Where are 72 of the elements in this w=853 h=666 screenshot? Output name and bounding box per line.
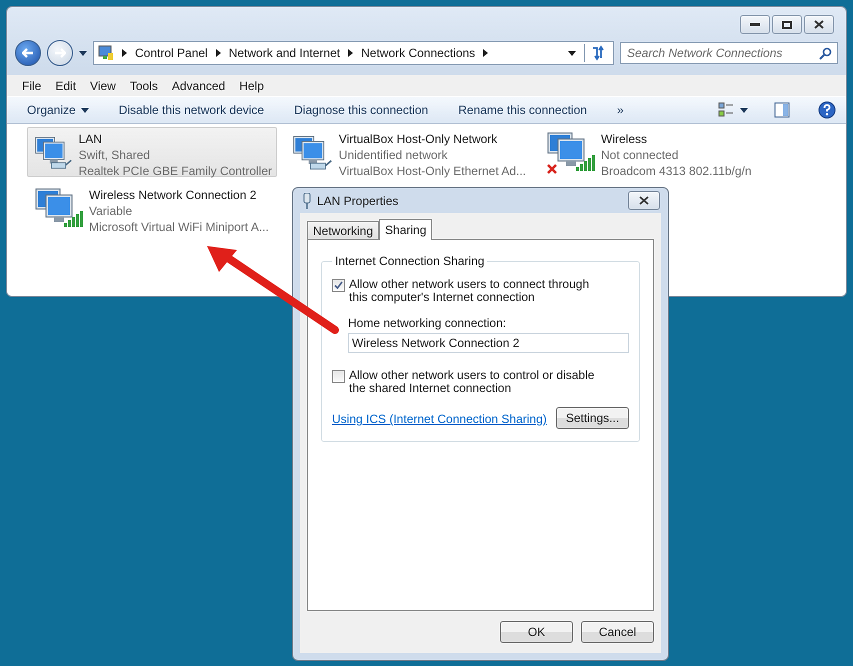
breadcrumb-arrow-icon	[483, 49, 488, 57]
connection-name: Wireless Network Connection 2	[89, 187, 258, 203]
checkbox[interactable]	[332, 370, 345, 383]
connection-device: Broadcom 4313 802.11b/g/n	[601, 163, 752, 179]
connection-device: Realtek PCIe GBE Family Controller	[78, 163, 272, 179]
address-dropdown-icon[interactable]	[568, 50, 576, 56]
tab[interactable]: Networking	[307, 221, 380, 239]
connection-status: Variable	[89, 203, 134, 219]
connection-status: Unidentified network	[338, 147, 449, 163]
control-panel-icon	[98, 45, 114, 61]
checkbox-label: Allow other network users to control or disable the shared Internet connection	[349, 369, 596, 395]
connection-status: Not connected	[601, 147, 680, 163]
connection-status: Swift, Shared	[78, 147, 151, 163]
toolbar-button[interactable]: Diagnose this connection	[279, 103, 444, 117]
more-commands-button[interactable]: »	[602, 103, 639, 117]
dropdown-arrow-icon[interactable]	[80, 108, 89, 112]
close-button[interactable]	[804, 15, 834, 34]
connection-item[interactable]: VirtualBox Host-Only Network Unidentified network VirtualBox Host-Only Ethernet Ad...	[285, 127, 531, 177]
maximize-icon	[782, 20, 792, 28]
breadcrumb-arrow-icon	[122, 49, 127, 57]
search-field[interactable]: Search Network Connections	[620, 42, 838, 64]
menu-item[interactable]: Edit	[48, 78, 84, 92]
menu-item[interactable]: View	[83, 78, 123, 92]
dialog-button[interactable]: OK	[500, 621, 573, 643]
breadcrumb[interactable]: Network and Internet	[228, 46, 340, 60]
breadcrumb[interactable]: Control Panel	[135, 46, 208, 60]
checkbox[interactable]	[332, 279, 345, 292]
toolbar-button[interactable]: Disable this network device	[104, 103, 280, 117]
connection-name: Wireless	[601, 131, 648, 147]
connection-name: VirtualBox Host-Only Network	[338, 131, 498, 147]
connection-item[interactable]: LAN Swift, Shared Realtek PCIe GBE Family Controller	[27, 127, 277, 177]
back-arrow-icon	[22, 48, 34, 58]
connection-name: LAN	[78, 131, 103, 147]
forward-arrow-icon	[54, 48, 66, 58]
dialog-button[interactable]: Cancel	[581, 621, 654, 643]
dialog-title: LAN Properties	[317, 194, 400, 208]
help-icon[interactable]	[818, 101, 836, 119]
connection-item[interactable]: Wireless Network Connection 2 Variable Microsoft Virtual WiFi Miniport A...	[27, 183, 277, 233]
toolbar-button[interactable]: Rename this connection	[443, 103, 602, 117]
close-icon	[814, 20, 824, 29]
minimize-icon	[750, 23, 760, 26]
group-title: Internet Connection Sharing	[334, 254, 486, 268]
history-dropdown-icon[interactable]	[79, 50, 87, 56]
search-icon[interactable]	[819, 47, 832, 60]
checkbox-label: Allow other network users to connect through this computer's Internet connection	[349, 278, 590, 304]
input-field[interactable]: Wireless Network Connection 2	[348, 333, 629, 353]
menu-item[interactable]: Advanced	[164, 78, 232, 92]
help-link[interactable]: Using ICS (Internet Connection Sharing)	[332, 412, 547, 426]
breadcrumb[interactable]: Network Connections	[361, 46, 476, 60]
view-options-icon[interactable]	[718, 102, 734, 118]
menu-item[interactable]: File	[15, 78, 48, 92]
back-button[interactable]	[15, 40, 41, 66]
settings-button[interactable]: Settings...	[556, 407, 629, 429]
address-bar[interactable]: Control Panel Network and Internet Network Connections	[93, 41, 614, 65]
breadcrumb-arrow-icon	[348, 49, 354, 57]
minimize-button[interactable]	[740, 15, 770, 34]
network-plug-icon	[303, 192, 311, 208]
tab[interactable]: Sharing	[379, 219, 432, 240]
close-icon	[639, 196, 649, 205]
field-label: Home networking connection:	[348, 316, 508, 330]
breadcrumb-arrow-icon	[216, 49, 221, 57]
connection-device: VirtualBox Host-Only Ethernet Ad...	[338, 163, 526, 179]
connection-device: Microsoft Virtual WiFi Miniport A...	[89, 219, 269, 235]
maximize-button[interactable]	[772, 15, 802, 34]
toolbar-button[interactable]: Organize	[17, 103, 104, 117]
view-dropdown-icon[interactable]	[740, 108, 748, 112]
menu-item[interactable]: Help	[232, 78, 271, 92]
preview-pane-icon[interactable]	[774, 102, 790, 118]
menu-item[interactable]: Tools	[122, 78, 165, 92]
forward-button[interactable]	[47, 40, 73, 66]
close-button[interactable]	[628, 191, 660, 210]
connection-item[interactable]: Wireless Not connected Broadcom 4313 802.11b/g/n	[539, 127, 811, 177]
